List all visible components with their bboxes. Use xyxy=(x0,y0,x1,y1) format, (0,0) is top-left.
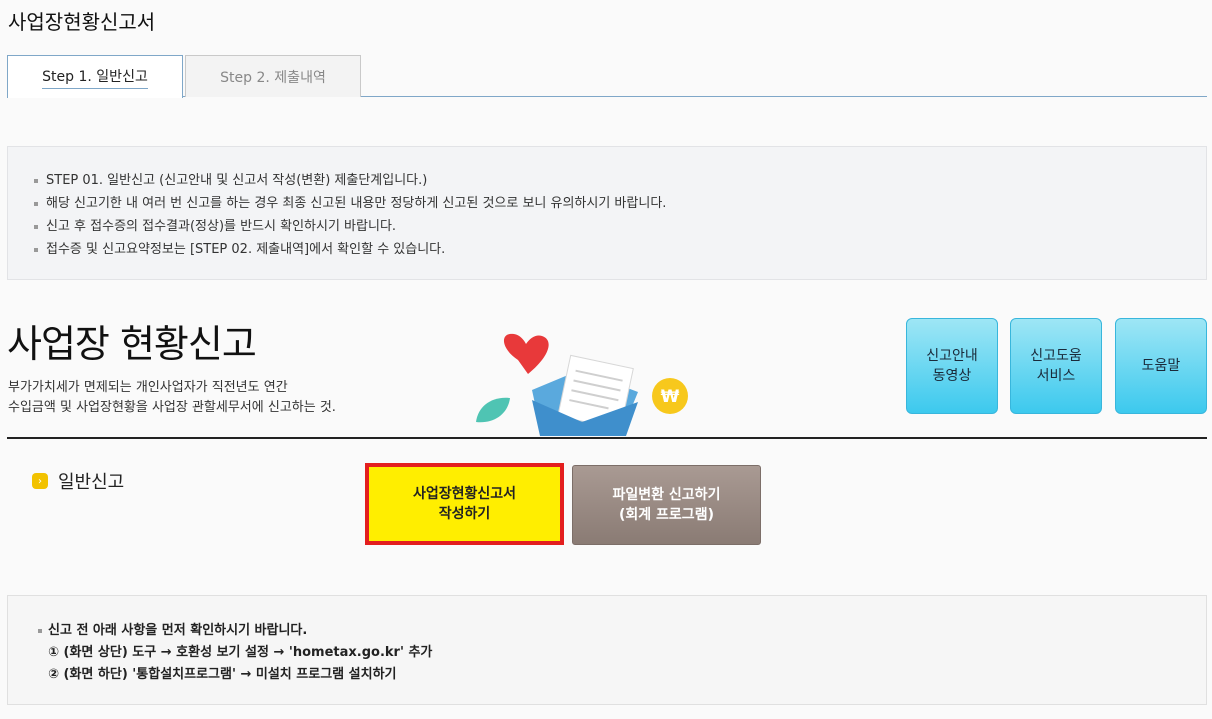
notice-item: 신고 후 접수증의 접수결과(정상)를 반드시 확인하시기 바랍니다. xyxy=(34,215,1206,238)
heart-icon xyxy=(503,333,549,374)
tab-step2[interactable]: Step 2. 제출내역 xyxy=(185,55,361,97)
tab-step2-label: Step 2. 제출내역 xyxy=(220,69,326,86)
section-title: 사업장 현황신고 xyxy=(7,322,257,366)
page-title: 사업장현황신고서 xyxy=(8,10,156,34)
notice-item: STEP 01. 일반신고 (신고안내 및 신고서 작성(변환) 제출단계입니다… xyxy=(34,169,1206,192)
general-filing-heading: › 일반신고 xyxy=(32,468,124,494)
file-conversion-button[interactable]: 파일변환 신고하기 (회계 프로그램) xyxy=(572,465,761,545)
help-button[interactable]: 도움말 xyxy=(1115,318,1207,414)
pre-check-heading: 신고 전 아래 사항을 먼저 확인하시기 바랍니다. xyxy=(38,620,1206,642)
chevron-right-icon: › xyxy=(32,473,48,489)
notice-item: 해당 신고기한 내 여러 번 신고를 하는 경우 최종 신고된 내용만 정당하게… xyxy=(34,192,1206,215)
svg-text:₩: ₩ xyxy=(661,387,680,407)
notice-box: STEP 01. 일반신고 (신고안내 및 신고서 작성(변환) 제출단계입니다… xyxy=(7,146,1207,280)
section-description: 부가가치세가 면제되는 개인사업자가 직전년도 연간 수입금액 및 사업장현황을… xyxy=(8,378,336,418)
section-desc-line: 수입금액 및 사업장현황을 사업장 관할세무서에 신고하는 것. xyxy=(8,400,336,415)
notice-item: 접수증 및 신고요약정보는 [STEP 02. 제출내역]에서 확인할 수 있습… xyxy=(34,238,1206,261)
step-tabs: Step 1. 일반신고 Step 2. 제출내역 xyxy=(7,55,1207,98)
leaf-icon xyxy=(476,397,510,423)
tab-step1-label: Step 1. 일반신고 xyxy=(42,66,148,89)
general-filing-label: 일반신고 xyxy=(58,472,125,493)
section-desc-line: 부가가치세가 면제되는 개인사업자가 직전년도 연간 xyxy=(8,380,288,395)
help-service-button[interactable]: 신고도움 서비스 xyxy=(1010,318,1102,414)
pre-check-step: ① (화면 상단) 도구 → 호환성 보기 설정 → 'hometax.go.k… xyxy=(48,645,433,660)
section-divider xyxy=(7,437,1207,439)
write-report-button[interactable]: 사업장현황신고서 작성하기 xyxy=(365,463,564,545)
pre-check-step: ② (화면 하단) '통합설치프로그램' → 미설치 프로그램 설치하기 xyxy=(48,667,397,682)
envelope-illustration: ₩ xyxy=(476,333,688,436)
tab-step1[interactable]: Step 1. 일반신고 xyxy=(7,55,183,98)
guide-video-button[interactable]: 신고안내 동영상 xyxy=(906,318,998,414)
pre-check-box: 신고 전 아래 사항을 먼저 확인하시기 바랍니다. ① (화면 상단) 도구 … xyxy=(7,595,1207,705)
